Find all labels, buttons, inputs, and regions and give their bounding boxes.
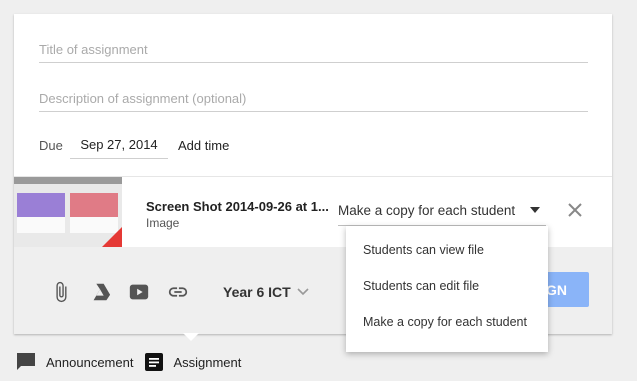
post-type-nav: Announcement Assignment [16, 351, 253, 373]
due-date-field[interactable]: Sep 27, 2014 [70, 130, 168, 159]
youtube-icon[interactable] [128, 281, 150, 303]
assignment-label: Assignment [173, 354, 242, 370]
chevron-down-icon [297, 288, 309, 296]
due-label: Due [39, 138, 63, 153]
class-selector[interactable]: Year 6 ICT [223, 284, 309, 300]
remove-attachment-close-icon[interactable] [566, 201, 584, 219]
description-underline [39, 111, 588, 112]
assignment-tab[interactable]: Assignment [145, 353, 241, 371]
menu-item-edit[interactable]: Students can edit file [346, 268, 548, 304]
dropdown-caret-icon [530, 207, 540, 213]
attachment-file-type: Image [146, 216, 180, 230]
announcement-icon [17, 353, 35, 370]
menu-item-view[interactable]: Students can view file [346, 232, 548, 268]
link-icon[interactable] [167, 281, 189, 303]
title-underline [39, 62, 588, 63]
share-option-select[interactable]: Make a copy for each student [338, 195, 546, 226]
card-pointer [183, 333, 199, 341]
drive-corner-badge [102, 227, 122, 247]
share-option-value: Make a copy for each student [338, 202, 516, 218]
google-drive-icon[interactable] [89, 281, 111, 303]
add-time-link[interactable]: Add time [178, 138, 229, 153]
title-input[interactable]: Title of assignment [39, 42, 148, 57]
assignment-icon [145, 353, 164, 371]
menu-item-copy[interactable]: Make a copy for each student [346, 304, 548, 340]
description-input[interactable]: Description of assignment (optional) [39, 91, 246, 106]
announcement-tab[interactable]: Announcement [16, 352, 133, 372]
announcement-label: Announcement [46, 354, 134, 370]
paperclip-icon[interactable] [50, 281, 72, 303]
due-date-value: Sep 27, 2014 [80, 136, 158, 152]
attachment-thumbnail[interactable] [14, 177, 122, 247]
class-name: Year 6 ICT [223, 284, 291, 300]
share-options-menu: Students can view file Students can edit… [346, 226, 548, 352]
attachment-file-name: Screen Shot 2014-09-26 at 1... [146, 199, 329, 214]
